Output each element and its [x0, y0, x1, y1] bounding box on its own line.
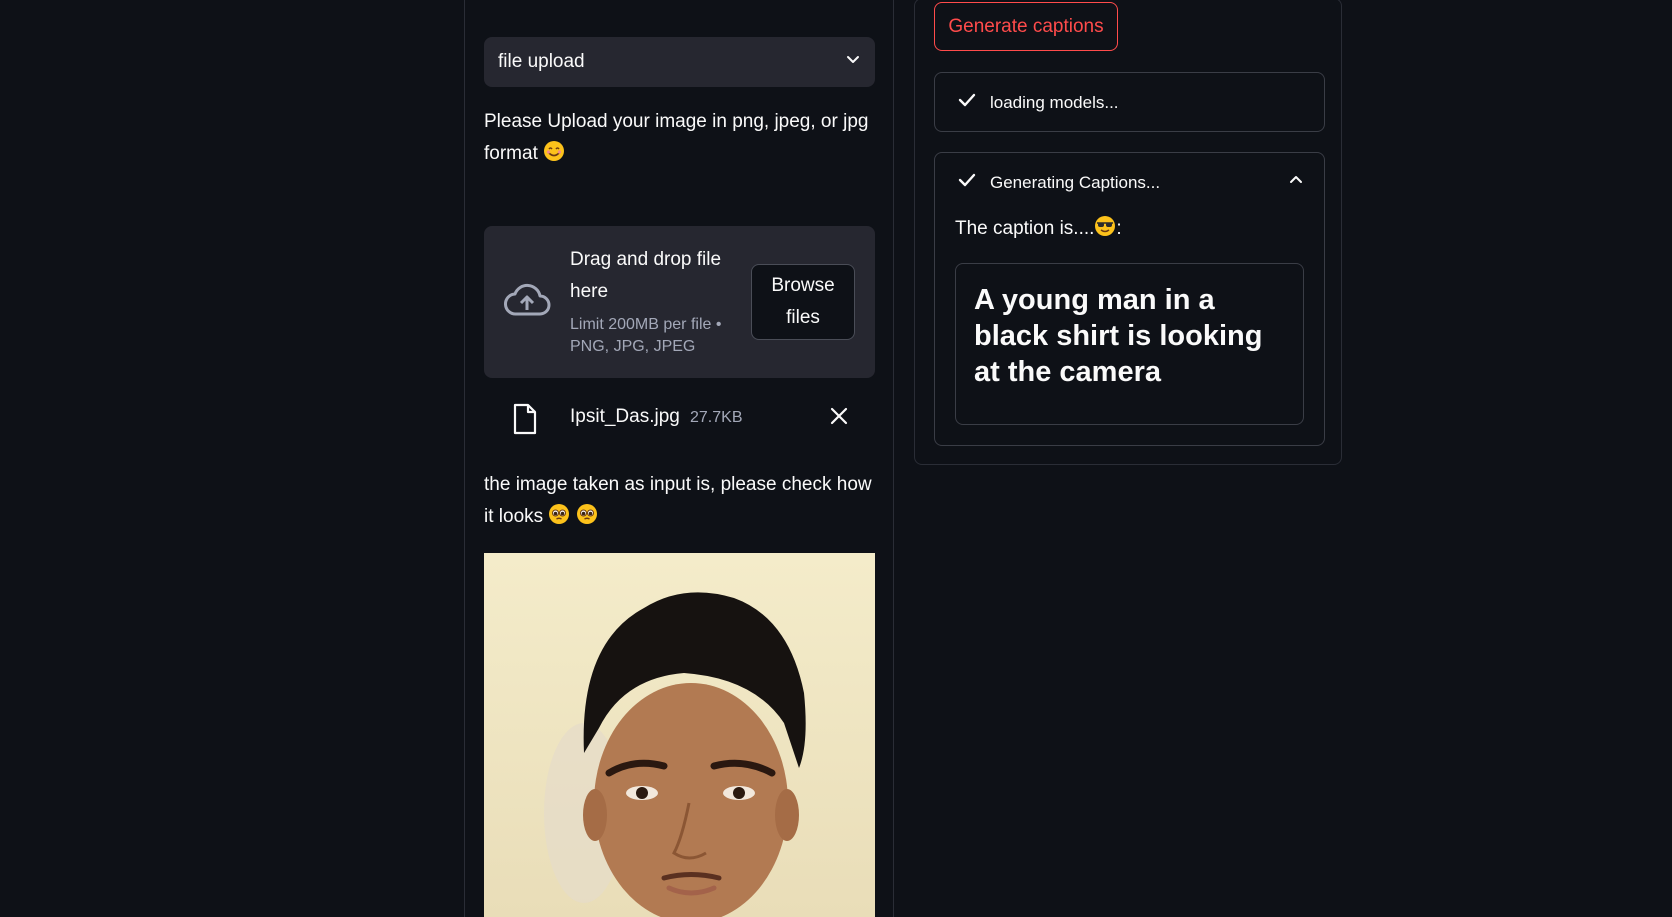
file-icon	[513, 403, 537, 440]
generating-captions-label: Generating Captions...	[990, 172, 1161, 192]
check-icon	[958, 171, 976, 194]
pleading-face-emoji	[576, 503, 598, 536]
instructions-text: Please Upload your image in png, jpeg, o…	[484, 111, 869, 164]
chevron-down-icon	[845, 51, 861, 73]
pleading-face-emoji	[548, 503, 570, 536]
file-dropzone[interactable]: Drag and drop file here Limit 200MB per …	[484, 226, 875, 378]
chevron-up-icon	[1288, 172, 1304, 193]
output-column: Generate captions loading models... Gene…	[914, 0, 1342, 465]
check-icon	[958, 91, 976, 114]
upload-instructions: Please Upload your image in png, jpeg, o…	[484, 106, 875, 173]
uploaded-file-row: Ipsit_Das.jpg 27.7KB	[484, 393, 875, 445]
caption-label: The caption is....	[955, 218, 1095, 239]
uploaded-file-size: 27.7KB	[690, 409, 743, 426]
input-column: file upload Please Upload your image in …	[464, 0, 894, 917]
loading-models-label: loading models...	[990, 92, 1119, 112]
preview-description: the image taken as input is, please chec…	[484, 469, 875, 536]
upload-limit-text: Limit 200MB per file • PNG, JPG, JPEG	[570, 316, 722, 355]
input-method-select[interactable]: file upload	[484, 37, 875, 87]
sunglasses-face-emoji	[1094, 215, 1116, 243]
cloud-upload-icon	[503, 282, 551, 323]
drag-drop-text: Drag and drop file here	[570, 249, 722, 302]
input-method-selected: file upload	[498, 51, 585, 72]
close-icon[interactable]	[830, 407, 848, 430]
uploaded-file-name: Ipsit_Das.jpg	[570, 406, 680, 427]
generate-captions-button[interactable]: Generate captions	[934, 2, 1118, 51]
smiling-face-emoji	[543, 140, 565, 173]
generating-captions-expander: Generating Captions... The caption is...…	[934, 152, 1325, 446]
caption-label-suffix: :	[1116, 218, 1122, 239]
caption-label-row: The caption is....:	[955, 215, 1122, 243]
generating-captions-header[interactable]: Generating Captions...	[958, 171, 1304, 194]
preview-text: the image taken as input is, please chec…	[484, 474, 872, 527]
loading-models-status: loading models...	[934, 72, 1325, 132]
uploaded-image-preview	[484, 553, 875, 917]
browse-files-button[interactable]: Browse files	[751, 264, 855, 340]
caption-output: A young man in a black shirt is looking …	[955, 263, 1304, 425]
